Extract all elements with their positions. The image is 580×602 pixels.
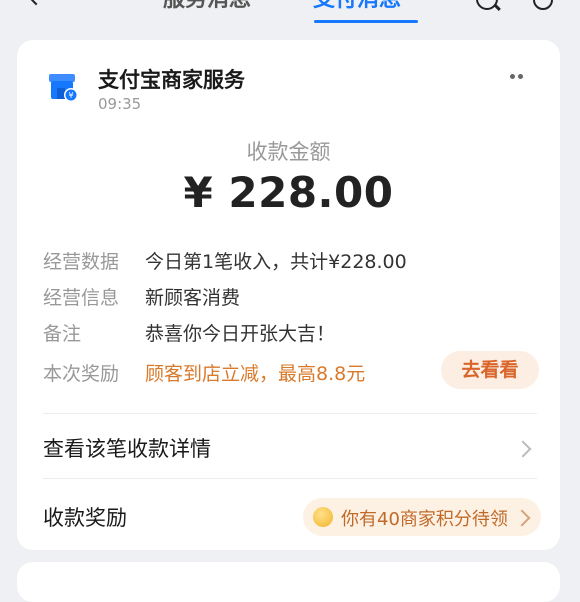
search-icon[interactable] [476,0,498,10]
chevron-right-icon [513,509,531,527]
detail-label: 经营数据 [43,251,120,273]
detail-label: 经营信息 [43,287,120,309]
settings-icon[interactable] [533,0,553,10]
tab-payment-messages[interactable]: 支付消息 [313,0,401,12]
view-payment-details-link[interactable]: 查看该笔收款详情 [43,433,211,463]
detail-row-reward: 本次奖励 顾客到店立减，最高8.8元 [43,359,365,386]
top-nav: 服务消息 支付消息 [0,0,580,30]
detail-value: 恭喜你今日开张大吉！ [145,323,336,345]
detail-value: 今日第1笔收入，共计¥228.00 [145,251,407,273]
go-see-button[interactable]: 去看看 [441,351,539,389]
active-tab-indicator [314,20,418,23]
chevron-right-icon [514,440,532,458]
payment-message-card: ¥ 支付宝商家服务 09:35 收款金额 ¥ 228.00 经营数据 今日第1笔… [17,40,560,550]
amount-value: ¥ 228.00 [183,168,394,217]
points-pending-pill[interactable]: 你有40商家积分待领 [303,498,541,536]
message-time: 09:35 [98,95,142,113]
points-pending-text: 你有40商家积分待领 [341,509,508,530]
chevron-left-icon[interactable] [24,0,48,6]
reward-value: 顾客到店立减，最高8.8元 [145,363,366,385]
detail-row-business-info: 经营信息 新顾客消费 [43,283,240,310]
divider [43,413,537,414]
coin-icon [313,507,333,527]
tab-service-messages[interactable]: 服务消息 [163,0,251,12]
next-message-card [17,562,560,602]
amount-label: 收款金额 [246,140,331,164]
payment-reward-label: 收款奖励 [43,506,127,530]
store-icon: ¥ [49,74,78,102]
detail-label: 备注 [43,323,82,345]
more-icon[interactable] [510,74,523,79]
svg-text:¥: ¥ [68,91,73,100]
detail-row-business-data: 经营数据 今日第1笔收入，共计¥228.00 [43,247,407,274]
detail-row-remark: 备注 恭喜你今日开张大吉！ [43,319,335,346]
detail-value: 新顾客消费 [145,287,241,309]
divider [43,478,537,479]
merchant-name: 支付宝商家服务 [98,68,245,92]
detail-label: 本次奖励 [43,363,120,385]
